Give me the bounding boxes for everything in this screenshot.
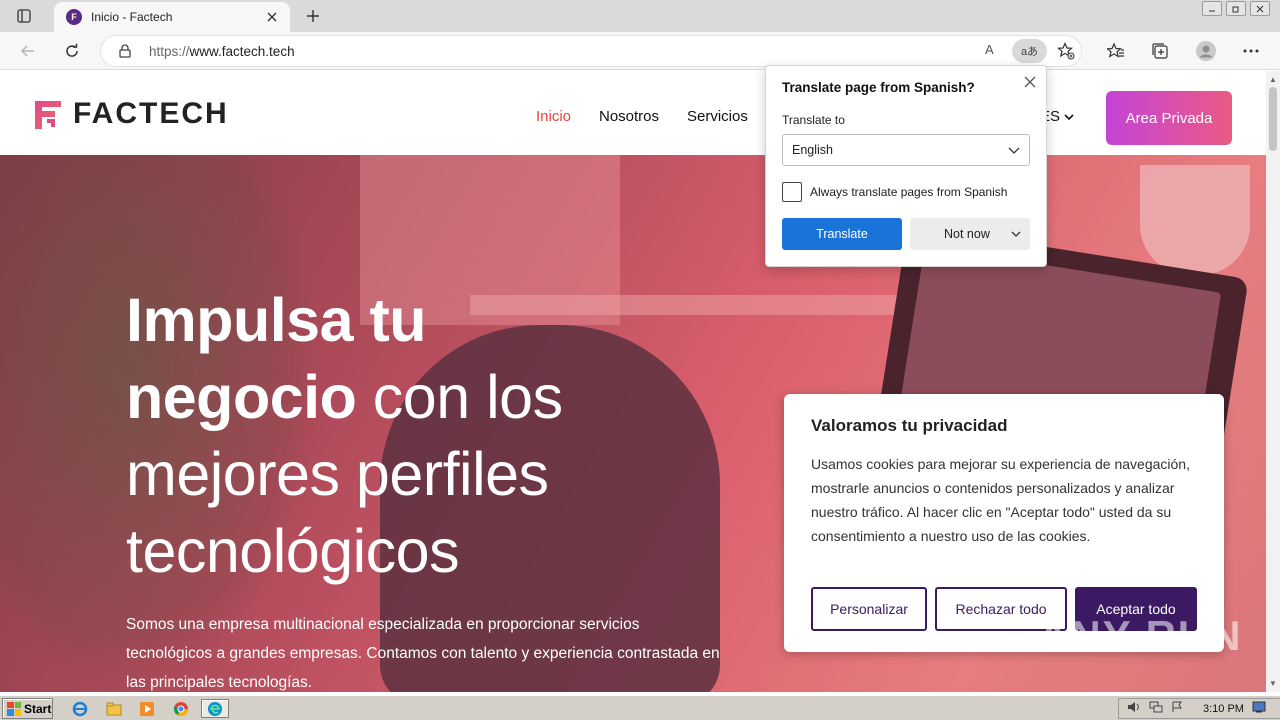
new-tab-icon[interactable]: [302, 5, 324, 27]
tab-close-icon[interactable]: [264, 9, 280, 25]
collections-icon[interactable]: [1150, 41, 1170, 61]
site-header: FACTECH Inicio Nosotros Servicios ES Are…: [0, 71, 1266, 155]
chevron-down-icon: [1008, 147, 1020, 154]
page-scrollbar[interactable]: ▲ ▼: [1266, 71, 1280, 692]
profile-avatar-icon[interactable]: [1196, 41, 1216, 61]
add-favorite-icon[interactable]: [1056, 42, 1075, 65]
translate-to-label: Translate to: [782, 113, 845, 127]
always-translate-checkbox[interactable]: [782, 182, 802, 202]
chrome-icon[interactable]: [171, 699, 191, 718]
hero-title-bold-2: negocio: [126, 363, 357, 431]
hero-title: Impulsa tu negocio con los mejores perfi…: [126, 282, 686, 590]
scroll-up-icon[interactable]: ▲: [1269, 75, 1277, 84]
translate-close-icon[interactable]: [1021, 73, 1039, 91]
read-aloud-icon[interactable]: A: [985, 42, 994, 57]
more-menu-icon[interactable]: [1241, 41, 1261, 61]
browser-toolbar: https://www.factech.tech A aあ: [0, 32, 1280, 70]
anyrun-watermark: ANY RUN: [1038, 612, 1243, 659]
windows-logo-icon: [7, 701, 21, 716]
refresh-icon[interactable]: [61, 40, 83, 62]
start-label: Start: [24, 701, 52, 716]
customize-button[interactable]: Personalizar: [811, 587, 927, 631]
url-text[interactable]: https://www.factech.tech: [149, 44, 295, 59]
volume-icon[interactable]: [1127, 701, 1141, 716]
nav-inicio[interactable]: Inicio: [536, 108, 571, 125]
language-selector[interactable]: ES: [1046, 108, 1074, 125]
browser-tab-bar: F Inicio - Factech: [0, 0, 1280, 32]
tab-actions-icon[interactable]: [8, 5, 40, 27]
language-code: ES: [1046, 108, 1060, 125]
factech-logo-icon: [35, 101, 61, 129]
action-center-flag-icon[interactable]: [1171, 701, 1183, 716]
windows-taskbar: Start 3:10 PM: [0, 695, 1280, 720]
tab-title: Inicio - Factech: [91, 10, 173, 24]
selected-language: English: [792, 143, 833, 157]
taskbar-clock[interactable]: 3:10 PM: [1203, 703, 1244, 715]
area-privada-button[interactable]: Area Privada: [1106, 91, 1232, 145]
address-bar[interactable]: https://www.factech.tech A aあ: [100, 35, 1082, 67]
translate-language-select[interactable]: English: [782, 134, 1030, 166]
window-controls: [1202, 1, 1270, 16]
not-now-label: Not now: [944, 227, 990, 241]
lock-icon[interactable]: [119, 44, 131, 63]
hero-title-bold-1: Impulsa tu: [126, 286, 427, 354]
scroll-down-icon[interactable]: ▼: [1269, 679, 1277, 688]
cookie-body: Usamos cookies para mejorar su experienc…: [811, 456, 1190, 544]
cookie-title: Valoramos tu privacidad: [811, 416, 1008, 435]
nav-servicios[interactable]: Servicios: [687, 108, 748, 125]
window-close-icon[interactable]: [1250, 1, 1270, 16]
factech-logo[interactable]: FACTECH: [33, 97, 229, 131]
translate-title: Translate page from Spanish?: [782, 80, 975, 95]
start-button[interactable]: Start: [2, 698, 53, 719]
chevron-down-icon: [1064, 114, 1074, 121]
system-tray: 3:10 PM: [1118, 698, 1280, 719]
browser-tab-active[interactable]: F Inicio - Factech: [54, 2, 290, 32]
not-now-button[interactable]: Not now: [910, 218, 1030, 250]
show-desktop-icon[interactable]: [1252, 701, 1266, 716]
explorer-icon[interactable]: [104, 699, 124, 718]
hero-subtitle: Somos una empresa multinacional especial…: [126, 616, 720, 691]
edge-icon[interactable]: [201, 699, 229, 718]
back-icon[interactable]: [17, 40, 39, 62]
factech-favicon-icon: F: [66, 9, 82, 25]
translate-icon[interactable]: aあ: [1012, 39, 1047, 63]
favorites-icon[interactable]: [1106, 41, 1126, 61]
scrollbar-thumb[interactable]: [1269, 87, 1277, 151]
chevron-down-icon[interactable]: [1010, 228, 1022, 240]
translate-popup: Translate page from Spanish? Translate t…: [765, 65, 1047, 267]
minimize-icon[interactable]: [1202, 1, 1222, 16]
brand-name: FACTECH: [73, 97, 229, 130]
nav-nosotros[interactable]: Nosotros: [599, 108, 659, 125]
ie-icon[interactable]: [70, 699, 90, 718]
network-icon[interactable]: [1149, 701, 1163, 716]
restore-icon[interactable]: [1226, 1, 1246, 16]
translate-button[interactable]: Translate: [782, 218, 902, 250]
media-player-icon[interactable]: [137, 699, 157, 718]
always-translate-label: Always translate pages from Spanish: [810, 185, 1008, 199]
